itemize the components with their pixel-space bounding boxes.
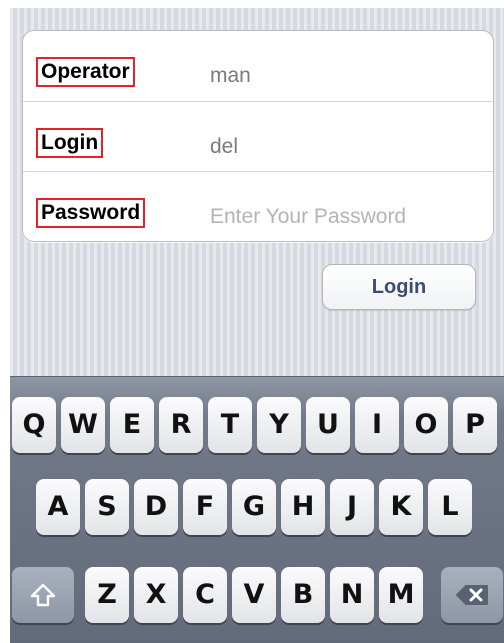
password-field[interactable] bbox=[210, 205, 480, 229]
key-g[interactable]: G bbox=[232, 479, 276, 535]
key-y[interactable]: Y bbox=[257, 397, 301, 453]
login-row: Login bbox=[23, 101, 493, 172]
key-j[interactable]: J bbox=[330, 479, 374, 535]
key-t[interactable]: T bbox=[208, 397, 252, 453]
key-k[interactable]: K bbox=[379, 479, 423, 535]
password-label: Password bbox=[36, 198, 146, 228]
key-z[interactable]: Z bbox=[85, 567, 129, 623]
key-f[interactable]: F bbox=[183, 479, 227, 535]
key-i[interactable]: I bbox=[355, 397, 399, 453]
password-row: Password bbox=[23, 171, 493, 241]
key-w[interactable]: W bbox=[61, 397, 105, 453]
operator-label: Operator bbox=[36, 57, 135, 87]
operator-field[interactable] bbox=[210, 64, 480, 88]
key-e[interactable]: E bbox=[110, 397, 154, 453]
key-s[interactable]: S bbox=[85, 479, 129, 535]
key-d[interactable]: D bbox=[134, 479, 178, 535]
key-u[interactable]: U bbox=[306, 397, 350, 453]
key-v[interactable]: V bbox=[232, 567, 276, 623]
key-p[interactable]: P bbox=[453, 397, 497, 453]
key-m[interactable]: M bbox=[379, 567, 423, 623]
login-screen: Operator Login Password Login Q W E R T … bbox=[10, 8, 504, 643]
key-l[interactable]: L bbox=[428, 479, 472, 535]
key-x[interactable]: X bbox=[134, 567, 178, 623]
key-c[interactable]: C bbox=[183, 567, 227, 623]
login-button[interactable]: Login bbox=[322, 264, 476, 310]
delete-key[interactable] bbox=[441, 567, 503, 623]
key-b[interactable]: B bbox=[281, 567, 325, 623]
key-r[interactable]: R bbox=[159, 397, 203, 453]
keyboard: Q W E R T Y U I O P A S D F G H J K L Z … bbox=[10, 376, 504, 643]
key-n[interactable]: N bbox=[330, 567, 374, 623]
key-a[interactable]: A bbox=[36, 479, 80, 535]
login-form: Operator Login Password bbox=[22, 30, 494, 242]
key-o[interactable]: O bbox=[404, 397, 448, 453]
operator-row: Operator bbox=[23, 31, 493, 101]
backspace-icon bbox=[456, 585, 488, 605]
login-field[interactable] bbox=[210, 135, 480, 159]
login-label: Login bbox=[36, 128, 104, 158]
shift-key[interactable] bbox=[12, 567, 74, 623]
shift-arrow-icon bbox=[30, 583, 56, 607]
key-q[interactable]: Q bbox=[12, 397, 56, 453]
key-h[interactable]: H bbox=[281, 479, 325, 535]
